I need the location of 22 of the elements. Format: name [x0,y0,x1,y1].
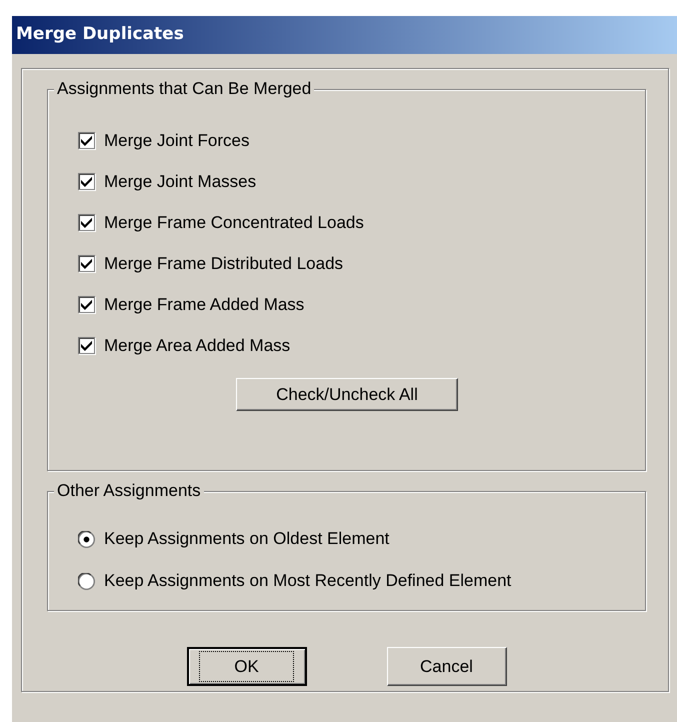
checkbox-label: Merge Area Added Mass [104,334,290,357]
checkbox[interactable] [78,173,95,190]
checkbox-label: Merge Joint Masses [104,170,256,193]
checkbox[interactable] [78,337,95,354]
cancel-button[interactable]: Cancel [386,647,506,686]
checkbox[interactable] [78,132,95,149]
window-title: Merge Duplicates [12,16,677,54]
radio-button[interactable] [78,530,95,548]
group-title: Other Assignments [54,481,204,501]
checkbox-label: Merge Frame Added Mass [104,294,304,316]
checkbox-label: Merge Frame Concentrated Loads [104,212,364,234]
checkbox-label: Merge Frame Distributed Loads [104,252,344,275]
radio-label: Keep Assignments on Most Recently Defined Element [104,570,512,592]
group-title: Assignments that Can Be Merged [54,79,314,99]
radio-button[interactable] [78,572,95,590]
radio-label: Keep Assignments on Oldest Element [104,528,390,550]
check-uncheck-all-button[interactable]: Check/Uncheck All [236,378,458,411]
ok-button[interactable]: OK [186,647,306,686]
checkbox[interactable] [78,296,95,313]
checkbox[interactable] [78,214,95,231]
checkbox[interactable] [78,255,95,272]
checkbox-label: Merge Joint Forces [104,130,250,152]
